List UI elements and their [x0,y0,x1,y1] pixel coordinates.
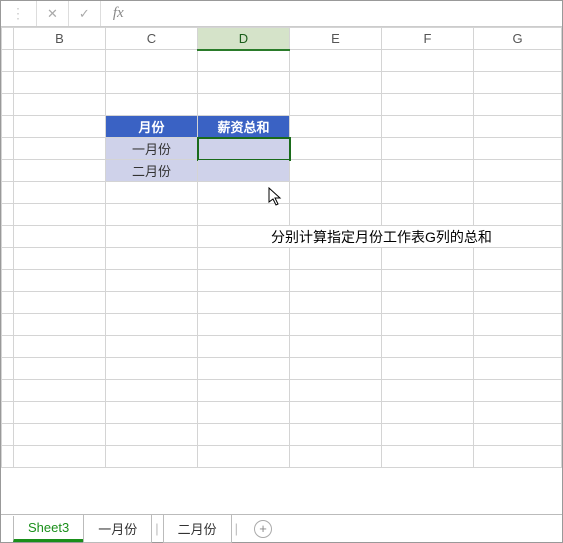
col-header-F[interactable]: F [382,28,474,50]
sheet-tab-active[interactable]: Sheet3 [13,516,84,542]
tab-separator: | [151,521,162,536]
sheet-tab-1[interactable]: 一月份 [83,515,152,543]
cell-month-2[interactable]: 二月份 [106,160,198,182]
quick-access-dots: ⋮ [1,1,37,26]
column-header-row[interactable]: B C D E F G [2,28,562,50]
tab-separator: | [231,521,242,536]
col-header-G[interactable]: G [474,28,562,50]
fx-label[interactable]: fx [101,5,124,22]
row-header-blank [2,28,14,50]
cell-month-1[interactable]: 一月份 [106,138,198,160]
sheet-tab-bar: Sheet3 一月份 | 二月份 | + [1,514,562,542]
col-header-D[interactable]: D [198,28,290,50]
col-header-B[interactable]: B [14,28,106,50]
col-header-E[interactable]: E [290,28,382,50]
cell-sum-1[interactable] [198,138,290,160]
cell-header-sum[interactable]: 薪资总和 [198,116,290,138]
add-sheet-button[interactable]: + [254,520,272,538]
col-header-C[interactable]: C [106,28,198,50]
instruction-text: 分别计算指定月份工作表G列的总和 [198,226,562,248]
enter-icon[interactable]: ✓ [69,1,101,26]
cancel-icon[interactable]: ✕ [37,1,69,26]
formula-bar: ⋮ ✕ ✓ fx [1,1,562,27]
sheet-tab-2[interactable]: 二月份 [163,515,232,543]
spreadsheet-grid[interactable]: B C D E F G 月份 薪资总和 一月份 二月份 [1,27,562,468]
cell-header-month[interactable]: 月份 [106,116,198,138]
cell-sum-2[interactable] [198,160,290,182]
